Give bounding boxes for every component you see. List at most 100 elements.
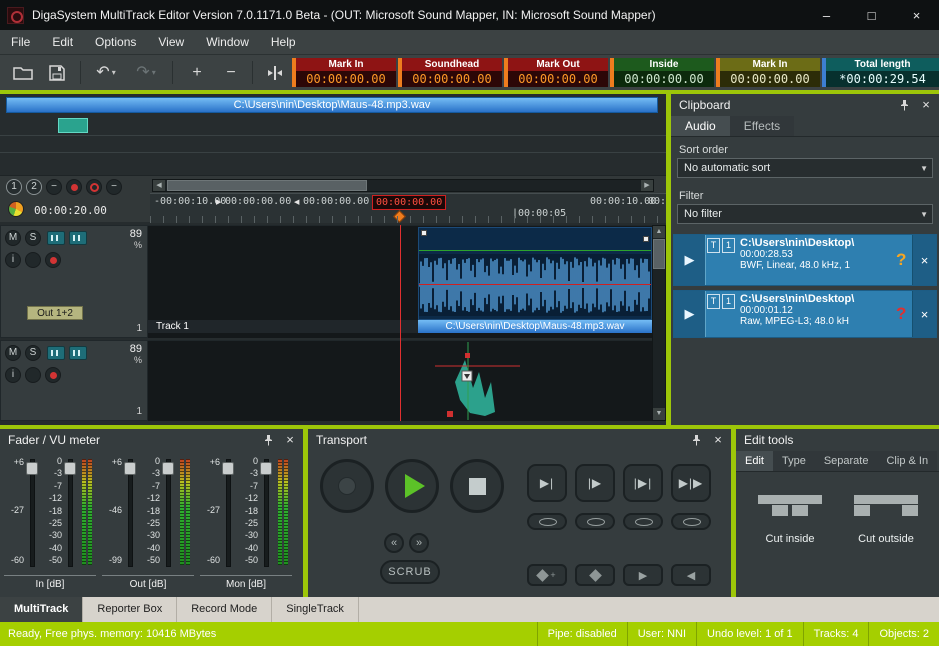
- menu-edit[interactable]: Edit: [41, 30, 84, 55]
- pin-icon[interactable]: [899, 99, 913, 113]
- scroll-right-button[interactable]: ▶: [641, 180, 653, 191]
- tracks-scrollbar-thumb[interactable]: [653, 239, 665, 269]
- overview-file-bar[interactable]: C:\Users\nin\Desktop\Maus-48.mp3.wav: [6, 97, 658, 113]
- track-1-solo-button[interactable]: S: [25, 230, 41, 246]
- scrub-button[interactable]: SCRUB: [380, 560, 440, 584]
- tab-record-mode[interactable]: Record Mode: [177, 597, 272, 622]
- timecode-value[interactable]: 00:00:00.00: [296, 71, 396, 87]
- playhead-diamond-icon[interactable]: [393, 210, 406, 223]
- track-1-name-bar[interactable]: Track 1: [148, 320, 418, 333]
- track-2-info-button[interactable]: i: [5, 367, 21, 383]
- scroll-left-button[interactable]: ◀: [153, 180, 165, 191]
- menu-options[interactable]: Options: [84, 30, 147, 55]
- track-1-mute-button[interactable]: M: [5, 230, 21, 246]
- fader-slider[interactable]: [64, 459, 76, 565]
- add-marker-button[interactable]: +: [527, 564, 567, 586]
- track-2-mute-button[interactable]: M: [5, 345, 21, 361]
- transport-close-button[interactable]: ×: [711, 432, 725, 446]
- track-1-output-selector[interactable]: Out 1+2: [27, 306, 83, 320]
- fader-slider[interactable]: [162, 459, 174, 565]
- tab-reporter-box[interactable]: Reporter Box: [83, 597, 177, 622]
- fader-slider[interactable]: [222, 459, 234, 565]
- save-button[interactable]: [44, 59, 70, 86]
- tab-singletrack[interactable]: SingleTrack: [272, 597, 359, 622]
- timecode-value[interactable]: 00:00:00.00: [508, 71, 608, 87]
- tab-effects[interactable]: Effects: [730, 116, 794, 136]
- clipboard-close-button[interactable]: ×: [919, 97, 933, 111]
- menu-help[interactable]: Help: [260, 30, 307, 55]
- scroll-down-button[interactable]: ▼: [653, 408, 665, 420]
- timecode-value[interactable]: 00:00:00.00: [402, 71, 502, 87]
- clip-handle[interactable]: [643, 236, 649, 242]
- minimize-button[interactable]: –: [804, 0, 849, 30]
- tab-type[interactable]: Type: [773, 451, 815, 471]
- playhead[interactable]: [400, 225, 401, 421]
- play-button[interactable]: [385, 459, 439, 513]
- record-enable-button[interactable]: [66, 179, 82, 195]
- record-button[interactable]: [320, 459, 374, 513]
- loop-button[interactable]: [671, 513, 711, 530]
- remove-item-button[interactable]: ×: [912, 291, 936, 337]
- fader-thumb[interactable]: [64, 462, 76, 475]
- zoom-in-button[interactable]: +: [184, 59, 210, 86]
- tracks-scrollbar[interactable]: ▲ ▼: [652, 225, 666, 421]
- track-1-record-arm-button[interactable]: [45, 252, 61, 268]
- track-2-lock-button[interactable]: [25, 367, 41, 383]
- cut-outside-button[interactable]: Cut outside: [840, 483, 932, 573]
- play-selection-button[interactable]: |▶|: [623, 464, 663, 502]
- next-marker-button[interactable]: ▶: [623, 564, 663, 586]
- jog-wheel-icon[interactable]: [8, 201, 24, 217]
- clip-handle[interactable]: [421, 230, 427, 236]
- timeline-ruler[interactable]: -00:00:10.00 ▶ 00:00:00.00 ◀ 00:00:00.00…: [150, 193, 666, 223]
- close-button[interactable]: ×: [894, 0, 939, 30]
- menu-file[interactable]: File: [0, 30, 41, 55]
- clipboard-item[interactable]: ▶ T 1 C:\Users\nin\Desktop\ 00:00:28.53 …: [673, 234, 937, 286]
- remove-item-button[interactable]: ×: [912, 235, 936, 285]
- filter-select[interactable]: No filter ▼: [677, 204, 933, 224]
- play-around-button[interactable]: ▶|▶: [671, 464, 711, 502]
- play-from-mark-button[interactable]: |▶: [575, 464, 615, 502]
- fader-thumb[interactable]: [124, 462, 136, 475]
- pin-icon[interactable]: [691, 434, 705, 448]
- loop-button[interactable]: [575, 513, 615, 530]
- tab-multitrack[interactable]: MultiTrack: [0, 597, 83, 622]
- track-1-lock-button[interactable]: [25, 252, 41, 268]
- fader-thumb[interactable]: [26, 462, 38, 475]
- timecode-value[interactable]: 00:00:00.00: [720, 71, 820, 87]
- prev-marker-button[interactable]: ◀: [671, 564, 711, 586]
- play-item-button[interactable]: ▶: [674, 291, 706, 337]
- rewind-button[interactable]: «: [384, 533, 404, 553]
- open-button[interactable]: [10, 59, 36, 86]
- tab-audio[interactable]: Audio: [671, 116, 730, 136]
- clip-gain-line[interactable]: [419, 250, 651, 251]
- fader-thumb[interactable]: [260, 462, 272, 475]
- tab-separate[interactable]: Separate: [815, 451, 878, 471]
- loop-button[interactable]: [527, 513, 567, 530]
- forward-button[interactable]: »: [409, 533, 429, 553]
- track-1-meter-button[interactable]: [47, 231, 65, 245]
- cut-inside-button[interactable]: Cut inside: [744, 483, 836, 573]
- timeline-scrollbar-thumb[interactable]: [167, 180, 367, 191]
- timeline-scrollbar[interactable]: ◀ ▶: [152, 179, 654, 192]
- loop-button[interactable]: [623, 513, 663, 530]
- clipboard-item[interactable]: ▶ T 1 C:\Users\nin\Desktop\ 00:00:01.12 …: [673, 290, 937, 338]
- pin-icon[interactable]: [263, 434, 277, 448]
- zoom-out-button[interactable]: −: [218, 59, 244, 86]
- track-1-clip-label[interactable]: C:\Users\nin\Desktop\Maus-48.mp3.wav: [418, 320, 652, 333]
- track-1-info-button[interactable]: i: [5, 252, 21, 268]
- marker-button[interactable]: [575, 564, 615, 586]
- track-2-meter-button[interactable]: [47, 346, 65, 360]
- menu-window[interactable]: Window: [195, 30, 260, 55]
- track-layout-1-button[interactable]: 1: [6, 179, 22, 195]
- tab-clip-in[interactable]: Clip & In: [877, 451, 937, 471]
- track-2-clip[interactable]: [435, 342, 545, 420]
- sort-order-select[interactable]: No automatic sort ▼: [677, 158, 933, 178]
- snap-marker-button[interactable]: [262, 59, 288, 86]
- redo-button[interactable]: ↷ ▾: [130, 59, 162, 86]
- menu-view[interactable]: View: [147, 30, 195, 55]
- fader-slider[interactable]: [260, 459, 272, 565]
- play-item-button[interactable]: ▶: [674, 235, 706, 285]
- track-layout-2-button[interactable]: 2: [26, 179, 42, 195]
- track-2-record-arm-button[interactable]: [45, 367, 61, 383]
- fader-thumb[interactable]: [222, 462, 234, 475]
